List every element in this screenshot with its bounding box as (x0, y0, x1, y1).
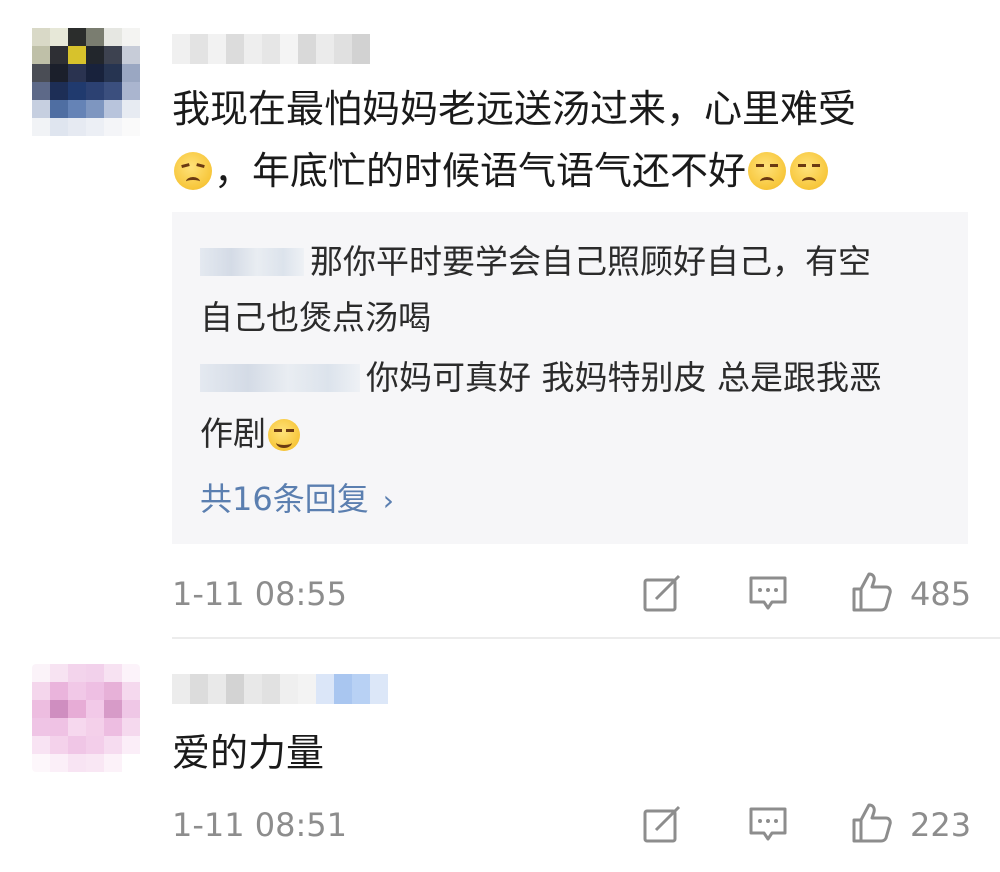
reply-item: 你妈可真好 我妈特别皮 总是跟我恶 作剧 (200, 350, 940, 462)
reply-text-line2: 自己也煲点汤喝 (200, 298, 431, 337)
username-blurred[interactable] (172, 34, 370, 64)
thumbs-up-icon[interactable] (851, 802, 893, 844)
reply-text-line1: 那你平时要学会自己照顾好自己，有空 (310, 242, 871, 281)
comment-text: 我现在最怕妈妈老远送汤过来，心里难受 ，年底忙的时候语气语气还不好 (172, 78, 962, 202)
reply-preview-box[interactable]: 那你平时要学会自己照顾好自己，有空 自己也煲点汤喝 你妈可真好 我妈特别皮 总是… (172, 212, 968, 544)
tears-of-joy-emoji (268, 419, 300, 451)
chevron-right-icon: › (382, 484, 394, 517)
pleading-face-emoji (748, 152, 787, 190)
more-replies-link[interactable]: 共16条回复 › (200, 474, 394, 520)
avatar[interactable] (32, 28, 140, 136)
reply-comment-icon[interactable] (748, 804, 788, 844)
comment-time: 1-11 08:55 (172, 575, 348, 613)
like-count: 223 (910, 806, 972, 844)
comment-text: 爱的力量 (172, 731, 325, 775)
avatar[interactable] (32, 664, 140, 772)
like-count: 485 (910, 575, 972, 613)
thumbs-up-icon[interactable] (851, 571, 893, 613)
reply-item: 那你平时要学会自己照顾好自己，有空 自己也煲点汤喝 (200, 234, 940, 346)
repost-icon[interactable] (642, 804, 682, 844)
comment-text-line2: ，年底忙的时候语气语气还不好 (214, 149, 747, 193)
pleading-face-emoji (790, 152, 829, 190)
reply-text-line2: 作剧 (200, 414, 266, 453)
divider (172, 637, 1000, 639)
tired-face-emoji (174, 152, 212, 190)
reply-comment-icon[interactable] (748, 573, 788, 613)
comment-text-line1: 我现在最怕妈妈老远送汤过来，心里难受 (172, 87, 857, 131)
more-replies-label: 共16条回复 (200, 480, 369, 518)
repost-icon[interactable] (642, 573, 682, 613)
comment-time: 1-11 08:51 (172, 806, 348, 844)
reply-text-line1: 你妈可真好 我妈特别皮 总是跟我恶 (366, 358, 882, 397)
reply-username-blurred[interactable] (200, 364, 360, 392)
reply-username-blurred[interactable] (200, 248, 304, 276)
username-blurred[interactable] (172, 674, 388, 704)
